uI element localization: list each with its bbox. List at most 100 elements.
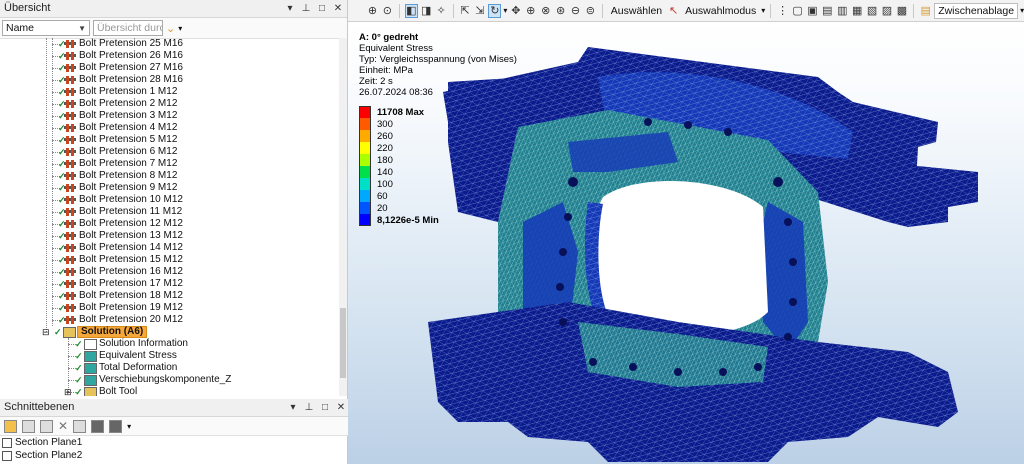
new-section-plane-icon[interactable] (4, 419, 17, 433)
section-plane-item[interactable]: Section Plane2 (0, 449, 82, 462)
toolbar-dropdown-icon[interactable]: ▾ (127, 422, 131, 431)
tree-item-bolt-pretension[interactable]: ✓ Bolt Pretension 5 M12 (0, 134, 330, 146)
tree-item-solution-child[interactable]: ✓ Equivalent Stress (0, 350, 330, 362)
show-whole-elements-icon[interactable] (91, 419, 105, 433)
tree-item-bolt-pretension[interactable]: ✓ Bolt Pretension 10 M12 (0, 194, 330, 206)
dropdown-icon[interactable]: ▾ (288, 399, 298, 416)
tree-item-label: Bolt Pretension 3 M12 (79, 110, 178, 121)
section-align-icon[interactable] (40, 419, 53, 433)
select-element-face-icon[interactable]: ▦ (851, 4, 864, 18)
section-plane-label: Section Plane2 (15, 450, 83, 461)
select-element-icon[interactable]: ▧ (866, 4, 879, 18)
tree-item-bolt-pretension[interactable]: ✓ Bolt Pretension 16 M12 (0, 266, 330, 278)
zoom-extents-icon[interactable]: ⊜ (584, 4, 597, 18)
tree-scrollbar-thumb[interactable] (340, 308, 346, 378)
maximize-icon[interactable]: □ (317, 0, 327, 17)
tree-item-bolt-pretension[interactable]: ✓ Bolt Pretension 9 M12 (0, 182, 330, 194)
legend-color-swatch (359, 166, 371, 178)
tree-item-bolt-pretension[interactable]: ✓ Bolt Pretension 3 M12 (0, 110, 330, 122)
select-vertex-icon[interactable]: ⋮ (776, 4, 789, 18)
pan-icon[interactable]: ✥ (509, 4, 522, 18)
tree-scrollbar[interactable] (339, 38, 347, 396)
overview-toolbar: Name ▼ Übersicht durch ⌄ ▾ (0, 18, 347, 39)
pin-icon[interactable]: ⊥ (304, 399, 314, 416)
tree-item-solution-child[interactable]: ✓ Verschiebungskomponente_Z (0, 374, 330, 386)
tree-item-solution[interactable]: ⊟ ✓ Solution (A6) (0, 326, 330, 338)
extend-selection-icon[interactable]: ▨ (881, 4, 894, 18)
select-edge-icon[interactable]: ▢ (791, 4, 804, 18)
show-capping-faces-icon[interactable] (109, 419, 123, 433)
section-plane-checkbox[interactable] (2, 437, 12, 448)
tree-item-bolt-pretension[interactable]: ✓ Bolt Pretension 17 M12 (0, 278, 330, 290)
select-node-icon[interactable]: ▥ (836, 4, 849, 18)
bolt-pretension-icon (64, 172, 76, 180)
tree-item-bolt-pretension[interactable]: ✓ Bolt Pretension 18 M12 (0, 290, 330, 302)
rotate-dropdown-icon[interactable]: ▾ (503, 6, 507, 15)
tree-item-label: Verschiebungskomponente_Z (99, 374, 232, 385)
zoom-window-icon[interactable]: ⊗ (539, 4, 552, 18)
tree-item-bolt-pretension[interactable]: ✓ Bolt Pretension 20 M12 (0, 314, 330, 326)
zoom-icon[interactable]: ⊙ (381, 4, 394, 18)
tree-item-label: Bolt Pretension 6 M12 (79, 146, 178, 157)
tree-item-bolt-pretension[interactable]: ✓ Bolt Pretension 25 M16 (0, 38, 330, 50)
tree-item-bolt-pretension[interactable]: ✓ Bolt Pretension 28 M16 (0, 74, 330, 86)
select-all-icon[interactable]: ▩ (895, 4, 908, 18)
close-icon[interactable]: ✕ (333, 0, 343, 17)
edit-section-plane-icon[interactable] (22, 419, 35, 433)
zoom-fit-icon[interactable]: ⊛ (554, 4, 567, 18)
zoom-box-icon[interactable]: ⊕ (366, 4, 379, 18)
snap-icon[interactable]: ⇲ (473, 4, 486, 18)
graphics-viewport[interactable]: A: 0° gedreht Equivalent Stress Typ: Ver… (348, 22, 1024, 464)
tree-item-bolt-pretension[interactable]: ✓ Bolt Pretension 27 M16 (0, 62, 330, 74)
move-mode-icon[interactable]: ⇱ (459, 4, 472, 18)
name-filter-value: Name (6, 22, 35, 34)
tree-item-bolt-pretension[interactable]: ✓ Bolt Pretension 6 M12 (0, 146, 330, 158)
tree-item-solution-child[interactable]: ✓ Total Deformation (0, 362, 330, 374)
section-capping-icon[interactable] (73, 419, 87, 433)
contour-legend[interactable]: 11708 Max 300 260 220 180 140 100 60 20 8,1226e-5… (359, 106, 439, 226)
tree-item-label: Bolt Pretension 18 M12 (79, 290, 183, 301)
expand-icon[interactable]: ⊞ (64, 386, 72, 396)
maximize-icon[interactable]: □ (320, 399, 330, 416)
result-icon (84, 351, 97, 362)
select-body-icon[interactable]: ▤ (821, 4, 834, 18)
tree-item-bolt-pretension[interactable]: ✓ Bolt Pretension 14 M12 (0, 242, 330, 254)
tree-item-bolt-pretension[interactable]: ✓ Bolt Pretension 12 M12 (0, 218, 330, 230)
filter-chevron-icon[interactable]: ⌄ (166, 22, 175, 35)
tree-item-solution-child[interactable]: ✓ Solution Information (0, 338, 330, 350)
select-mode-button[interactable]: Auswahlmodus (682, 5, 759, 17)
name-filter-select[interactable]: Name ▼ (2, 20, 90, 36)
zoom-out-icon[interactable]: ⊖ (569, 4, 582, 18)
delete-icon[interactable]: ✕ (58, 419, 68, 433)
tree-item-bolt-pretension[interactable]: ✓ Bolt Pretension 15 M12 (0, 254, 330, 266)
zoom-in-icon[interactable]: ⊕ (524, 4, 537, 18)
tree-item-bolt-pretension[interactable]: ✓ Bolt Pretension 8 M12 (0, 170, 330, 182)
rotate-icon[interactable]: ↻ (488, 3, 502, 18)
display-options-icon[interactable]: ✧ (435, 4, 448, 18)
clipboard-dropdown-icon[interactable]: ▾ (1020, 6, 1024, 15)
overview-search-input[interactable]: Übersicht durch (93, 20, 163, 36)
legend-entry: 140 (359, 166, 439, 178)
tree-item-bolt-pretension[interactable]: ✓ Bolt Pretension 19 M12 (0, 302, 330, 314)
tree-item-bolt-pretension[interactable]: ✓ Bolt Pretension 26 M16 (0, 50, 330, 62)
tree-item-bolt-pretension[interactable]: ✓ Bolt Pretension 2 M12 (0, 98, 330, 110)
tree-item-bolt-pretension[interactable]: ✓ Bolt Pretension 7 M12 (0, 158, 330, 170)
dropdown-icon[interactable]: ▾ (285, 0, 295, 17)
display-mode-icon[interactable]: ◨ (420, 4, 433, 18)
iso-view-icon[interactable]: ◧ (404, 3, 418, 18)
clipboard-button[interactable]: Zwischenablage (934, 2, 1019, 19)
collapse-icon[interactable]: ⊟ (42, 326, 50, 338)
tree-item-bolt-pretension[interactable]: ✓ Bolt Pretension 11 M12 (0, 206, 330, 218)
section-plane-checkbox[interactable] (2, 450, 12, 461)
pin-icon[interactable]: ⊥ (301, 0, 311, 17)
tree-item-bolt-pretension[interactable]: ✓ Bolt Pretension 1 M12 (0, 86, 330, 98)
select-button[interactable]: Auswählen (608, 5, 665, 17)
close-icon[interactable]: ✕ (336, 399, 346, 416)
tree-item-solution-child[interactable]: ⊞ ✓ Bolt Tool (0, 386, 330, 396)
select-face-icon[interactable]: ▣ (806, 4, 819, 18)
filter-dropdown-icon[interactable]: ▾ (178, 24, 182, 33)
select-mode-dropdown-icon[interactable]: ▾ (761, 6, 765, 15)
tree-item-bolt-pretension[interactable]: ✓ Bolt Pretension 13 M12 (0, 230, 330, 242)
section-plane-item[interactable]: Section Plane1 (0, 436, 82, 449)
tree-item-bolt-pretension[interactable]: ✓ Bolt Pretension 4 M12 (0, 122, 330, 134)
